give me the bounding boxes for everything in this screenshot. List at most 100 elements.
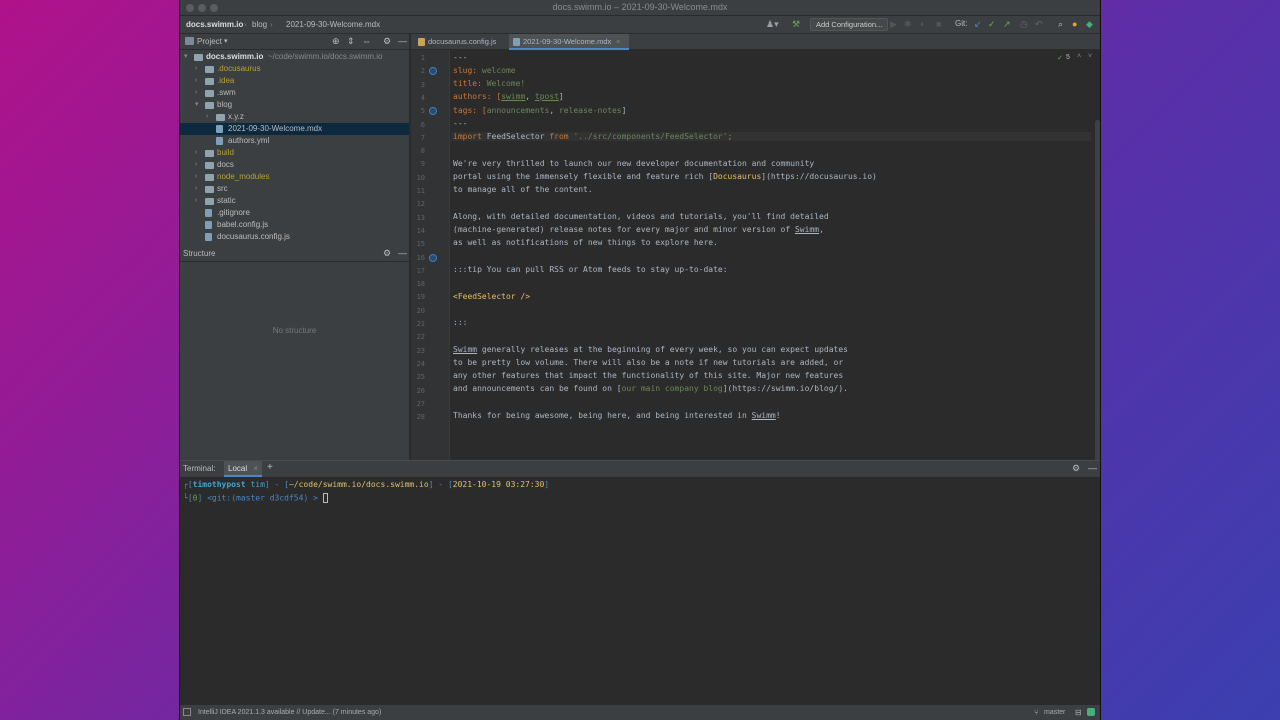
chevron-right-icon[interactable]: ›: [195, 159, 197, 171]
breadcrumb-file[interactable]: 2021-09-30-Welcome.mdx: [286, 20, 380, 29]
plugin-icon[interactable]: ◆: [1086, 19, 1093, 30]
code-line-23: Swimm generally releases at the beginnin…: [453, 345, 848, 354]
git-branch-label[interactable]: master: [1044, 709, 1065, 716]
tree-item[interactable]: › .idea: [180, 75, 409, 87]
code-line-21: :::: [453, 318, 468, 327]
hide-panel-icon[interactable]: —: [398, 248, 407, 258]
chevron-right-icon[interactable]: ›: [195, 195, 197, 207]
tree-item[interactable]: › build: [180, 147, 409, 159]
chevron-right-icon[interactable]: ›: [195, 147, 197, 159]
chevron-down-icon[interactable]: ▾: [184, 51, 188, 63]
gear-icon[interactable]: ⚙: [1072, 463, 1080, 474]
gear-icon[interactable]: ⚙: [383, 248, 391, 259]
tree-item[interactable]: › x.y.z: [180, 111, 409, 123]
line-number: 26: [416, 386, 425, 395]
git-history-icon[interactable]: ◷: [1020, 19, 1028, 30]
tab-docusaurus-config[interactable]: docusaurus.config.js: [415, 34, 507, 50]
status-message[interactable]: IntelliJ IDEA 2021.1.3 available // Upda…: [198, 709, 381, 716]
chevron-down-icon[interactable]: ▾: [224, 37, 228, 45]
gear-icon[interactable]: ⚙: [383, 36, 391, 47]
lock-icon[interactable]: ⊟: [1075, 708, 1082, 717]
user-icon[interactable]: ♟▾: [766, 19, 779, 30]
hide-panel-icon[interactable]: —: [1088, 463, 1097, 473]
code-line-9: We're very thrilled to launch our new de…: [453, 159, 815, 168]
folder-icon: [194, 54, 203, 61]
tree-item[interactable]: › .swm: [180, 87, 409, 99]
add-configuration-button[interactable]: Add Configuration...: [810, 18, 889, 31]
update-icon[interactable]: ●: [1072, 19, 1077, 29]
tree-item-label: static: [217, 196, 236, 205]
chevron-right-icon[interactable]: ›: [195, 183, 197, 195]
search-icon[interactable]: ⌕: [1058, 19, 1063, 30]
swimm-gutter-icon[interactable]: [429, 67, 437, 76]
build-hammer-icon[interactable]: ⚒: [792, 19, 800, 30]
folder-icon: [205, 186, 214, 193]
code-line-3: title: Welcome!: [453, 79, 526, 88]
tree-item[interactable]: › docs: [180, 159, 409, 171]
swimm-gutter-icon[interactable]: [429, 107, 437, 116]
close-icon[interactable]: ×: [253, 464, 258, 473]
debug-icon[interactable]: ✱: [904, 19, 912, 30]
chevron-up-icon[interactable]: ˄: [1077, 53, 1081, 60]
status-bar: IntelliJ IDEA 2021.1.3 available // Upda…: [180, 704, 1100, 720]
line-number: 8: [420, 147, 425, 156]
editor-scrollbar[interactable]: [1095, 120, 1100, 480]
tab-welcome-mdx[interactable]: 2021-09-30-Welcome.mdx ×: [509, 34, 629, 50]
tree-item-label: .idea: [217, 76, 235, 85]
chevron-down-icon[interactable]: ▾: [195, 99, 199, 111]
close-icon[interactable]: ×: [616, 34, 620, 50]
chevron-right-icon[interactable]: ›: [195, 171, 197, 183]
plugin-status-icon[interactable]: [1087, 708, 1095, 716]
tree-item-label: x.y.z: [228, 112, 244, 121]
terminal-header: Terminal: Local × + ⚙ —: [180, 461, 1100, 477]
tree-item[interactable]: babel.config.js: [180, 219, 409, 231]
locate-file-icon[interactable]: ⊕: [332, 36, 340, 47]
tree-item[interactable]: › .docusaurus: [180, 63, 409, 75]
terminal-label: Terminal:: [183, 464, 216, 473]
chevron-right-icon[interactable]: ›: [206, 111, 208, 123]
collapse-all-icon[interactable]: ⇔: [362, 36, 371, 46]
git-label: Git:: [955, 19, 968, 28]
tree-root[interactable]: ▾ docs.swimm.io ~/code/swimm.io/docs.swi…: [180, 51, 409, 63]
tree-item[interactable]: authors.yml: [180, 135, 409, 147]
tree-item[interactable]: › src: [180, 183, 409, 195]
inspection-check-icon[interactable]: ✓: [1057, 54, 1063, 62]
coverage-icon[interactable]: ◐: [920, 19, 925, 29]
breadcrumb-blog[interactable]: blog: [252, 20, 267, 29]
code-editor[interactable]: ✓ 5 ˄ ˅ --- slug: welcome title: Welcome…: [451, 50, 1100, 480]
chevron-right-icon[interactable]: ›: [195, 75, 197, 87]
folder-icon: [205, 150, 214, 157]
line-number: 6: [420, 120, 425, 129]
git-commit-icon[interactable]: ✓: [988, 19, 996, 30]
add-terminal-button[interactable]: +: [267, 462, 273, 473]
swimm-gutter-icon[interactable]: [429, 253, 437, 262]
terminal-line-1: ┌[timothypost tim] - [~/code/swimm.io/do…: [183, 480, 550, 489]
tree-item[interactable]: docusaurus.config.js: [180, 231, 409, 243]
code-line-10: portal using the immensely flexible and …: [453, 172, 877, 181]
terminal-line-2[interactable]: └[0] <git:(master d3cdf54) >: [183, 493, 328, 503]
tree-item[interactable]: 2021-09-30-Welcome.mdx: [180, 123, 409, 135]
folder-icon: [205, 102, 214, 109]
stop-icon[interactable]: ■: [936, 19, 941, 29]
chevron-right-icon[interactable]: ›: [195, 87, 197, 99]
hide-panel-icon[interactable]: —: [398, 36, 407, 46]
git-push-icon[interactable]: ↗: [1003, 19, 1011, 30]
chevron-down-icon[interactable]: ˅: [1088, 53, 1092, 60]
tree-item[interactable]: › static: [180, 195, 409, 207]
layout-toggle-icon[interactable]: [183, 708, 191, 716]
tree-item[interactable]: ▾ blog: [180, 99, 409, 111]
git-update-icon[interactable]: ↙: [974, 19, 982, 30]
line-number: 21: [416, 320, 425, 328]
no-structure-text: No structure: [272, 326, 317, 335]
project-panel-title[interactable]: Project: [197, 37, 222, 46]
tree-item[interactable]: › node_modules: [180, 171, 409, 183]
expand-all-icon[interactable]: ⇕: [347, 36, 355, 47]
breadcrumb-root[interactable]: docs.swimm.io: [186, 20, 243, 29]
line-number: 19: [416, 293, 425, 302]
terminal-tab-local[interactable]: Local ×: [224, 461, 263, 477]
git-rollback-icon[interactable]: ↶: [1035, 19, 1043, 30]
tree-item[interactable]: .gitignore: [180, 207, 409, 219]
chevron-right-icon[interactable]: ›: [195, 63, 197, 75]
terminal-panel: Terminal: Local × + ⚙ — ┌[timothypost ti…: [180, 460, 1100, 704]
run-icon[interactable]: ▶: [890, 19, 897, 30]
